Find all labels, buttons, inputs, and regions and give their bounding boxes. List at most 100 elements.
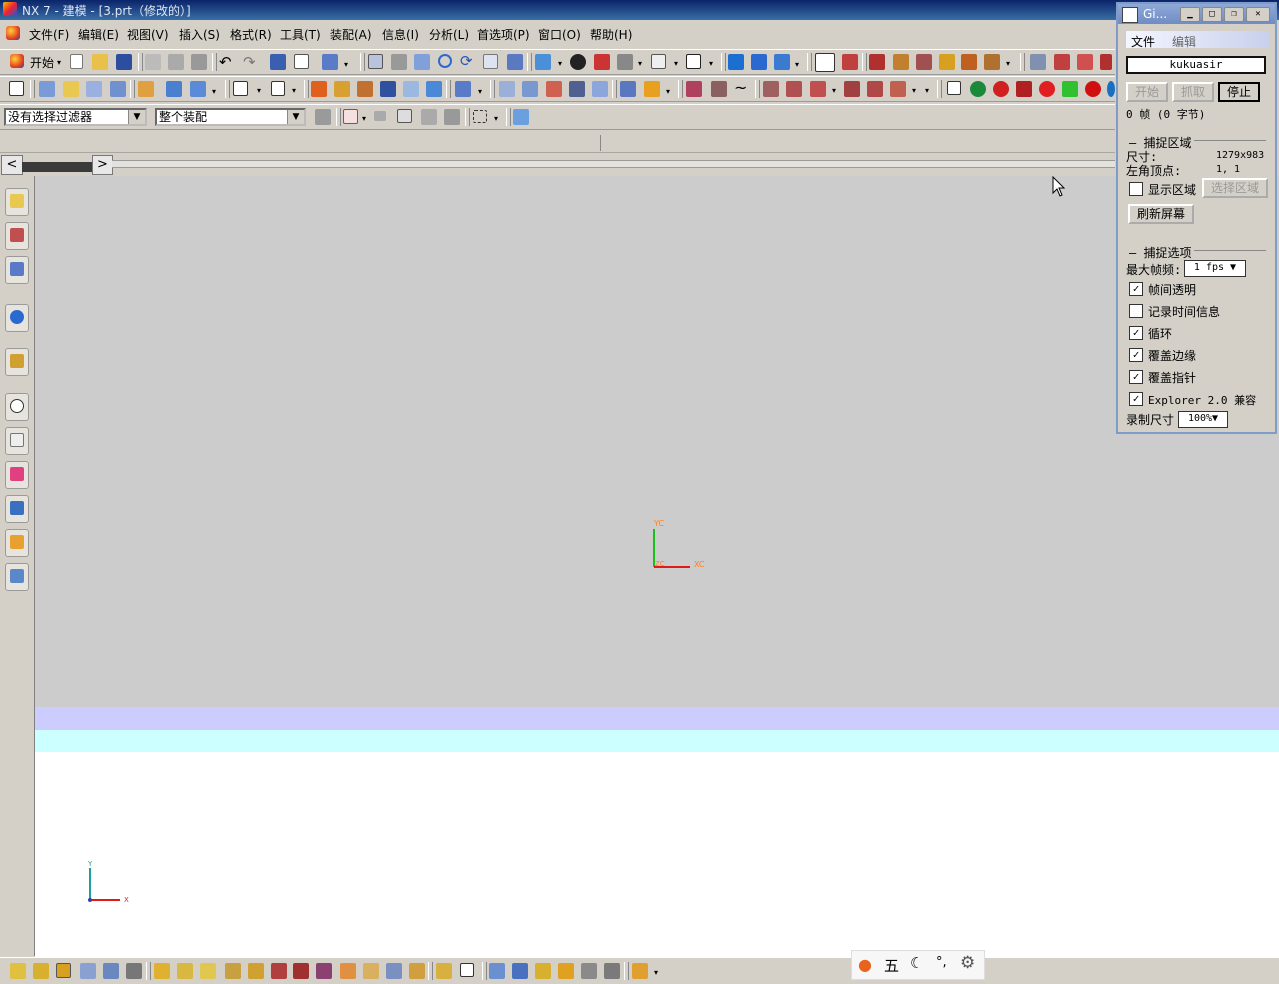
trim-body-icon[interactable] (426, 81, 442, 97)
orient-view-icon[interactable] (535, 54, 551, 70)
gif-menu-file[interactable]: 文件 (1131, 33, 1155, 50)
red-cylinder-icon[interactable] (1016, 81, 1032, 97)
block-icon[interactable] (166, 81, 182, 97)
menu-view[interactable]: 视图(V) (127, 26, 169, 43)
red-torus-icon[interactable] (1085, 81, 1101, 97)
stop-button[interactable]: 停止 (1218, 82, 1260, 102)
wireframe-icon[interactable] (617, 54, 633, 70)
menu-assembly[interactable]: 装配(A) (330, 26, 372, 43)
close-button[interactable]: ✕ (1246, 7, 1270, 22)
measure-angle-icon[interactable] (916, 54, 932, 70)
cylinder-icon[interactable] (190, 81, 206, 97)
offset-face-icon[interactable] (403, 81, 419, 97)
general-selection-icon[interactable] (315, 109, 331, 125)
mass-properties-icon[interactable] (961, 54, 977, 70)
surface-icon-3[interactable] (546, 81, 562, 97)
select-body-icon[interactable] (513, 109, 529, 125)
curve-tool-7[interactable] (867, 81, 883, 97)
curve-tool-3[interactable] (763, 81, 779, 97)
history-tab[interactable] (5, 393, 29, 421)
selection-filter-dropdown[interactable]: 没有选择过滤器 ▼ (4, 108, 147, 126)
curve-tool-2[interactable] (711, 81, 727, 97)
edit-object-icon[interactable] (270, 54, 286, 70)
perspective-icon[interactable] (507, 54, 523, 70)
extrude-icon[interactable] (39, 81, 55, 97)
curve-analysis-icon[interactable] (1030, 54, 1046, 70)
select-area-button[interactable]: 选择区域 (1202, 178, 1268, 198)
menu-analysis[interactable]: 分析(L) (429, 26, 469, 43)
curve-tool-6[interactable] (844, 81, 860, 97)
synchronous-icon-2[interactable] (644, 81, 660, 97)
web-browser-tab[interactable] (5, 348, 29, 376)
restore-button[interactable]: ❐ (1224, 7, 1244, 22)
settings-gear-icon[interactable]: ⚙ (960, 953, 975, 973)
open-folder-icon[interactable] (92, 54, 108, 70)
render-style-icon[interactable] (570, 54, 586, 70)
chamfer-icon[interactable] (334, 81, 350, 97)
shell-icon[interactable] (357, 81, 373, 97)
zoom-window-icon[interactable] (391, 54, 407, 70)
component-tool-6[interactable] (271, 963, 287, 979)
window-layout-icon[interactable] (294, 54, 309, 69)
system-scenes-tab[interactable] (5, 563, 29, 591)
green-ball-icon[interactable] (970, 81, 986, 97)
view-tool-6[interactable] (604, 963, 620, 979)
rotate-icon[interactable]: ⟳ (460, 52, 473, 70)
start-record-button[interactable]: 开始 (1126, 82, 1168, 102)
synchronous-icon-1[interactable] (620, 81, 636, 97)
maximize-button[interactable]: □ (1202, 7, 1222, 22)
paste-icon[interactable] (191, 54, 207, 70)
view-tool-1[interactable] (489, 963, 505, 979)
curvature-comb-icon[interactable] (1054, 54, 1070, 70)
component-tool-5[interactable] (248, 963, 264, 979)
view-tool-7[interactable] (632, 963, 648, 979)
measure-body-icon[interactable] (939, 54, 955, 70)
assembly-tool-6[interactable] (126, 963, 142, 979)
revolve-icon[interactable] (63, 81, 79, 97)
analysis-icon-1[interactable] (869, 54, 885, 70)
component-tool-7[interactable] (293, 963, 309, 979)
shaded-icon[interactable] (594, 54, 610, 70)
component-tool-2[interactable] (177, 963, 193, 979)
redo-icon[interactable]: ↷ (243, 53, 256, 71)
selection-option-icon-4[interactable] (444, 109, 460, 125)
constraint-tool-2[interactable] (460, 963, 474, 977)
ime-mode[interactable]: 五 (884, 955, 899, 976)
menu-information[interactable]: 信息(I) (382, 26, 419, 43)
green-shape-icon[interactable] (1062, 81, 1078, 97)
menu-window[interactable]: 窗口(O) (538, 26, 581, 43)
menu-help[interactable]: 帮助(H) (590, 26, 632, 43)
undo-icon[interactable]: ↶ (219, 53, 232, 71)
option-checkbox-4[interactable]: ✓ (1129, 370, 1143, 384)
pan-icon[interactable] (483, 54, 498, 69)
option-checkbox-5[interactable]: ✓ (1129, 392, 1143, 406)
view-tool-3[interactable] (535, 963, 551, 979)
model-icon[interactable] (947, 81, 961, 95)
tab-scroll-thumb[interactable] (22, 162, 92, 172)
refresh-screen-button[interactable]: 刷新屏幕 (1128, 204, 1194, 224)
assembly-tool-4[interactable] (80, 963, 96, 979)
assembly-tool-1[interactable] (10, 963, 26, 979)
option-checkbox-1[interactable] (1129, 304, 1143, 318)
deviation-icon[interactable] (1077, 54, 1093, 70)
command-finder-icon[interactable] (322, 54, 338, 70)
snap-point-icon[interactable] (842, 54, 858, 70)
sketch-icon[interactable] (9, 81, 24, 96)
rectangle-select-icon[interactable] (473, 110, 487, 123)
sweep-icon[interactable] (86, 81, 102, 97)
roles-tab[interactable] (5, 529, 29, 557)
spline-icon[interactable]: ~ (734, 78, 747, 97)
copy-icon[interactable] (168, 54, 184, 70)
datum-plane-icon[interactable] (271, 81, 285, 96)
nx-menu-icon[interactable] (6, 26, 20, 40)
option-checkbox-2[interactable]: ✓ (1129, 326, 1143, 340)
punctuation-icon[interactable]: °, (936, 955, 947, 970)
menu-edit[interactable]: 编辑(E) (78, 26, 119, 43)
assembly-scope-dropdown[interactable]: 整个装配 ▼ (155, 108, 306, 126)
save-icon[interactable] (116, 54, 132, 70)
wcs-dynamics-icon[interactable] (728, 54, 744, 70)
show-area-checkbox[interactable] (1129, 182, 1143, 196)
manufacturing-wizard-tab[interactable] (5, 495, 29, 523)
cut-icon[interactable] (145, 54, 161, 70)
start-button[interactable]: 开始 (30, 54, 54, 71)
